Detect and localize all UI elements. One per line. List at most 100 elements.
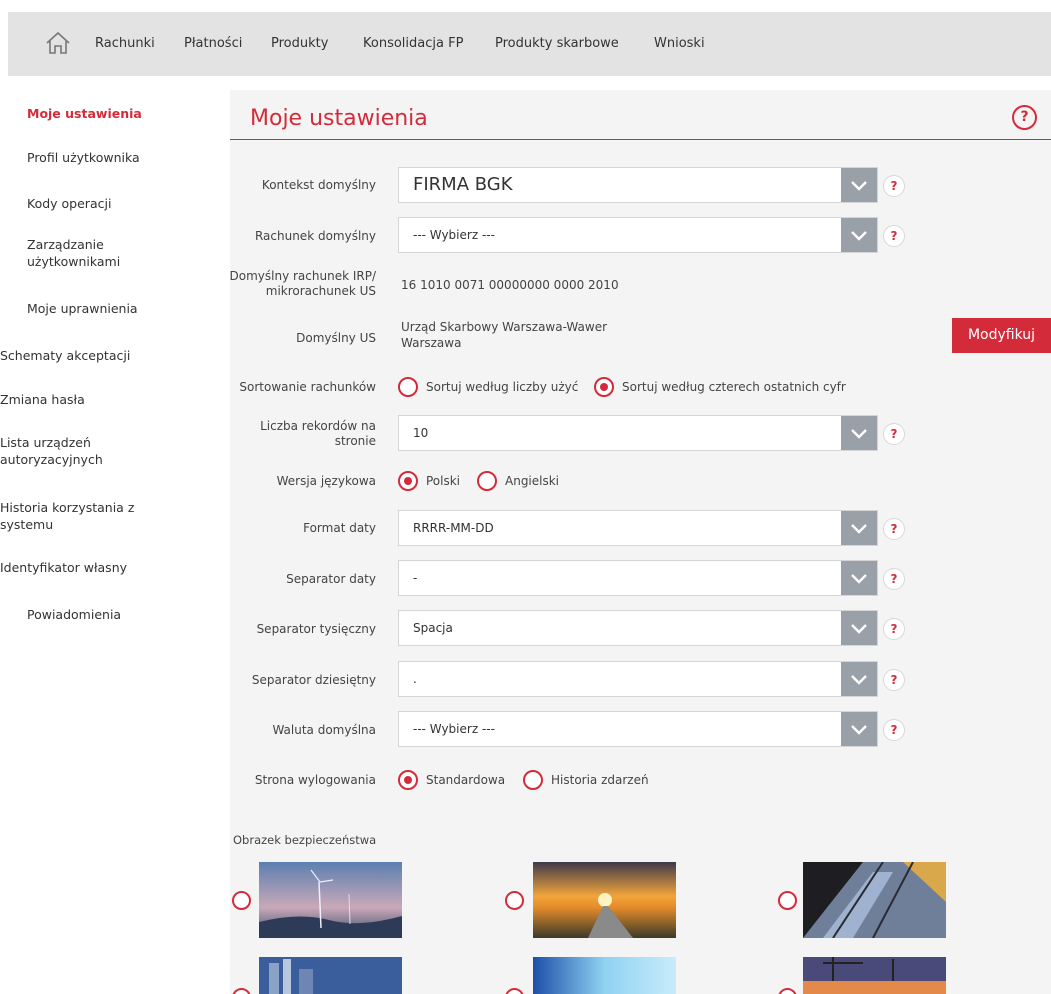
sort-option-usage-label: Sortuj według liczby użyć xyxy=(426,380,579,394)
sidebar-item-zmiana-hasla[interactable]: Zmiana hasła xyxy=(0,391,85,408)
currency-select[interactable]: --- Wybierz --- xyxy=(398,711,878,747)
decimal-sep-help-icon[interactable]: ? xyxy=(883,669,905,691)
sidebar-item-kody-operacji[interactable]: Kody operacji xyxy=(27,195,111,212)
radio-checked-icon xyxy=(398,471,418,491)
nav-platnosci[interactable]: Płatności xyxy=(184,12,242,76)
security-image-label: Obrazek bezpieczeństwa xyxy=(233,833,377,847)
currency-label: Waluta domyślna xyxy=(272,723,376,737)
nav-produkty[interactable]: Produkty xyxy=(271,12,328,76)
settings-panel: Moje ustawienia ? Kontekst domyślny FIRM… xyxy=(230,90,1051,994)
radio-unchecked-icon xyxy=(523,770,543,790)
nav-rachunki[interactable]: Rachunki xyxy=(95,12,155,76)
logout-option-history-label: Historia zdarzeń xyxy=(551,773,649,787)
records-select[interactable]: 10 xyxy=(398,415,878,451)
security-image-wind-turbines[interactable] xyxy=(259,862,402,938)
currency-value: --- Wybierz --- xyxy=(413,722,495,736)
lang-option-polski-label: Polski xyxy=(426,474,461,488)
security-image-sky[interactable] xyxy=(533,957,676,994)
account-label: Rachunek domyślny xyxy=(254,229,376,243)
currency-help-icon[interactable]: ? xyxy=(883,719,905,741)
chevron-down-icon xyxy=(841,712,877,746)
thousand-sep-help-icon[interactable]: ? xyxy=(883,618,905,640)
decimal-sep-label: Separator dziesiętny xyxy=(251,673,376,687)
irp-label: Domyślny rachunek IRP/ mikrorachunek US xyxy=(229,269,376,298)
date-sep-help-icon[interactable]: ? xyxy=(883,568,905,590)
sidebar-item-powiadomienia[interactable]: Powiadomienia xyxy=(27,606,121,623)
sidebar-item-zarzadzanie-uzytkownikami[interactable]: Zarządzanie użytkownikami xyxy=(27,236,157,270)
records-value: 10 xyxy=(413,426,429,440)
us-label: Domyślny US xyxy=(296,331,376,345)
radio-checked-icon xyxy=(398,770,418,790)
security-image-sunset-road[interactable] xyxy=(533,862,676,938)
thousand-sep-value: Spacja xyxy=(413,621,453,635)
sidebar-item-identyfikator-wlasny[interactable]: Identyfikator własny xyxy=(0,559,127,576)
nav-produkty-skarbowe[interactable]: Produkty skarbowe xyxy=(495,12,619,76)
sidebar-item-schematy-akceptacji[interactable]: Schematy akceptacji xyxy=(0,347,130,364)
lang-option-angielski[interactable]: Angielski xyxy=(477,471,559,491)
security-image-building[interactable] xyxy=(803,862,946,938)
logout-option-standard[interactable]: Standardowa xyxy=(398,770,505,790)
context-help-icon[interactable]: ? xyxy=(883,175,905,197)
date-format-label: Format daty xyxy=(303,521,376,535)
sidebar-item-moje-uprawnienia[interactable]: Moje uprawnienia xyxy=(27,300,138,317)
chevron-down-icon xyxy=(841,511,877,545)
radio-checked-icon xyxy=(594,377,614,397)
security-image-radio-3[interactable] xyxy=(778,891,797,910)
decimal-sep-value: . xyxy=(413,672,417,686)
chevron-down-icon xyxy=(841,218,877,252)
help-icon[interactable]: ? xyxy=(1012,105,1037,130)
security-image-port[interactable] xyxy=(803,957,946,994)
security-image-radio-1[interactable] xyxy=(232,891,251,910)
chevron-down-icon xyxy=(841,611,877,645)
sort-option-last-digits-label: Sortuj według czterech ostatnich cyfr xyxy=(622,380,846,394)
context-label: Kontekst domyślny xyxy=(261,178,376,192)
decimal-sep-select[interactable]: . xyxy=(398,661,878,697)
security-image-radio-5[interactable] xyxy=(505,988,524,994)
logout-option-standard-label: Standardowa xyxy=(426,773,506,787)
chevron-down-icon xyxy=(841,416,877,450)
thousand-sep-select[interactable]: Spacja xyxy=(398,610,878,646)
irp-value: 16 1010 0071 00000000 0000 2010 xyxy=(401,278,619,292)
chevron-down-icon xyxy=(841,168,877,202)
lang-option-polski[interactable]: Polski xyxy=(398,471,460,491)
home-icon[interactable] xyxy=(44,30,72,56)
chevron-down-icon xyxy=(841,662,877,696)
date-format-help-icon[interactable]: ? xyxy=(883,518,905,540)
sidebar-item-lista-urzadzen[interactable]: Lista urządzeń autoryzacyjnych xyxy=(0,434,150,468)
title-divider xyxy=(230,139,1051,140)
date-sep-label: Separator daty xyxy=(286,572,376,586)
records-help-icon[interactable]: ? xyxy=(883,423,905,445)
sort-option-last-digits[interactable]: Sortuj według czterech ostatnich cyfr xyxy=(594,377,846,397)
logout-option-history[interactable]: Historia zdarzeń xyxy=(523,770,649,790)
context-value: FIRMA BGK xyxy=(413,174,513,195)
records-label: Liczba rekordów na stronie xyxy=(260,419,376,448)
account-select[interactable]: --- Wybierz --- xyxy=(398,217,878,253)
top-navigation: Rachunki Płatności Produkty Konsolidacja… xyxy=(8,12,1051,76)
radio-unchecked-icon xyxy=(398,377,418,397)
context-select[interactable]: FIRMA BGK xyxy=(398,167,878,203)
sidebar-item-historia-korzystania[interactable]: Historia korzystania z systemu xyxy=(0,499,180,533)
date-format-value: RRRR-MM-DD xyxy=(413,521,494,535)
sort-label: Sortowanie rachunków xyxy=(239,380,376,394)
account-help-icon[interactable]: ? xyxy=(883,225,905,247)
security-image-city[interactable] xyxy=(259,957,402,994)
modify-button[interactable]: Modyfikuj xyxy=(952,318,1051,353)
page-title: Moje ustawienia xyxy=(250,106,428,131)
lang-option-angielski-label: Angielski xyxy=(505,474,560,488)
date-sep-value: - xyxy=(413,571,418,585)
nav-wnioski[interactable]: Wnioski xyxy=(654,12,705,76)
us-value-line2: Warszawa xyxy=(401,336,462,350)
nav-konsolidacja-fp[interactable]: Konsolidacja FP xyxy=(363,12,463,76)
lang-label: Wersja językowa xyxy=(276,474,376,488)
security-image-radio-2[interactable] xyxy=(505,891,524,910)
security-image-radio-6[interactable] xyxy=(778,988,797,994)
security-image-radio-4[interactable] xyxy=(232,988,251,994)
thousand-sep-label: Separator tysięczny xyxy=(256,622,376,636)
sort-option-usage[interactable]: Sortuj według liczby użyć xyxy=(398,377,578,397)
logout-label: Strona wylogowania xyxy=(254,773,376,787)
sidebar-item-moje-ustawienia[interactable]: Moje ustawienia xyxy=(27,105,142,122)
sidebar-item-profil-uzytkownika[interactable]: Profil użytkownika xyxy=(27,149,140,166)
date-sep-select[interactable]: - xyxy=(398,560,878,596)
date-format-select[interactable]: RRRR-MM-DD xyxy=(398,510,878,546)
radio-unchecked-icon xyxy=(477,471,497,491)
